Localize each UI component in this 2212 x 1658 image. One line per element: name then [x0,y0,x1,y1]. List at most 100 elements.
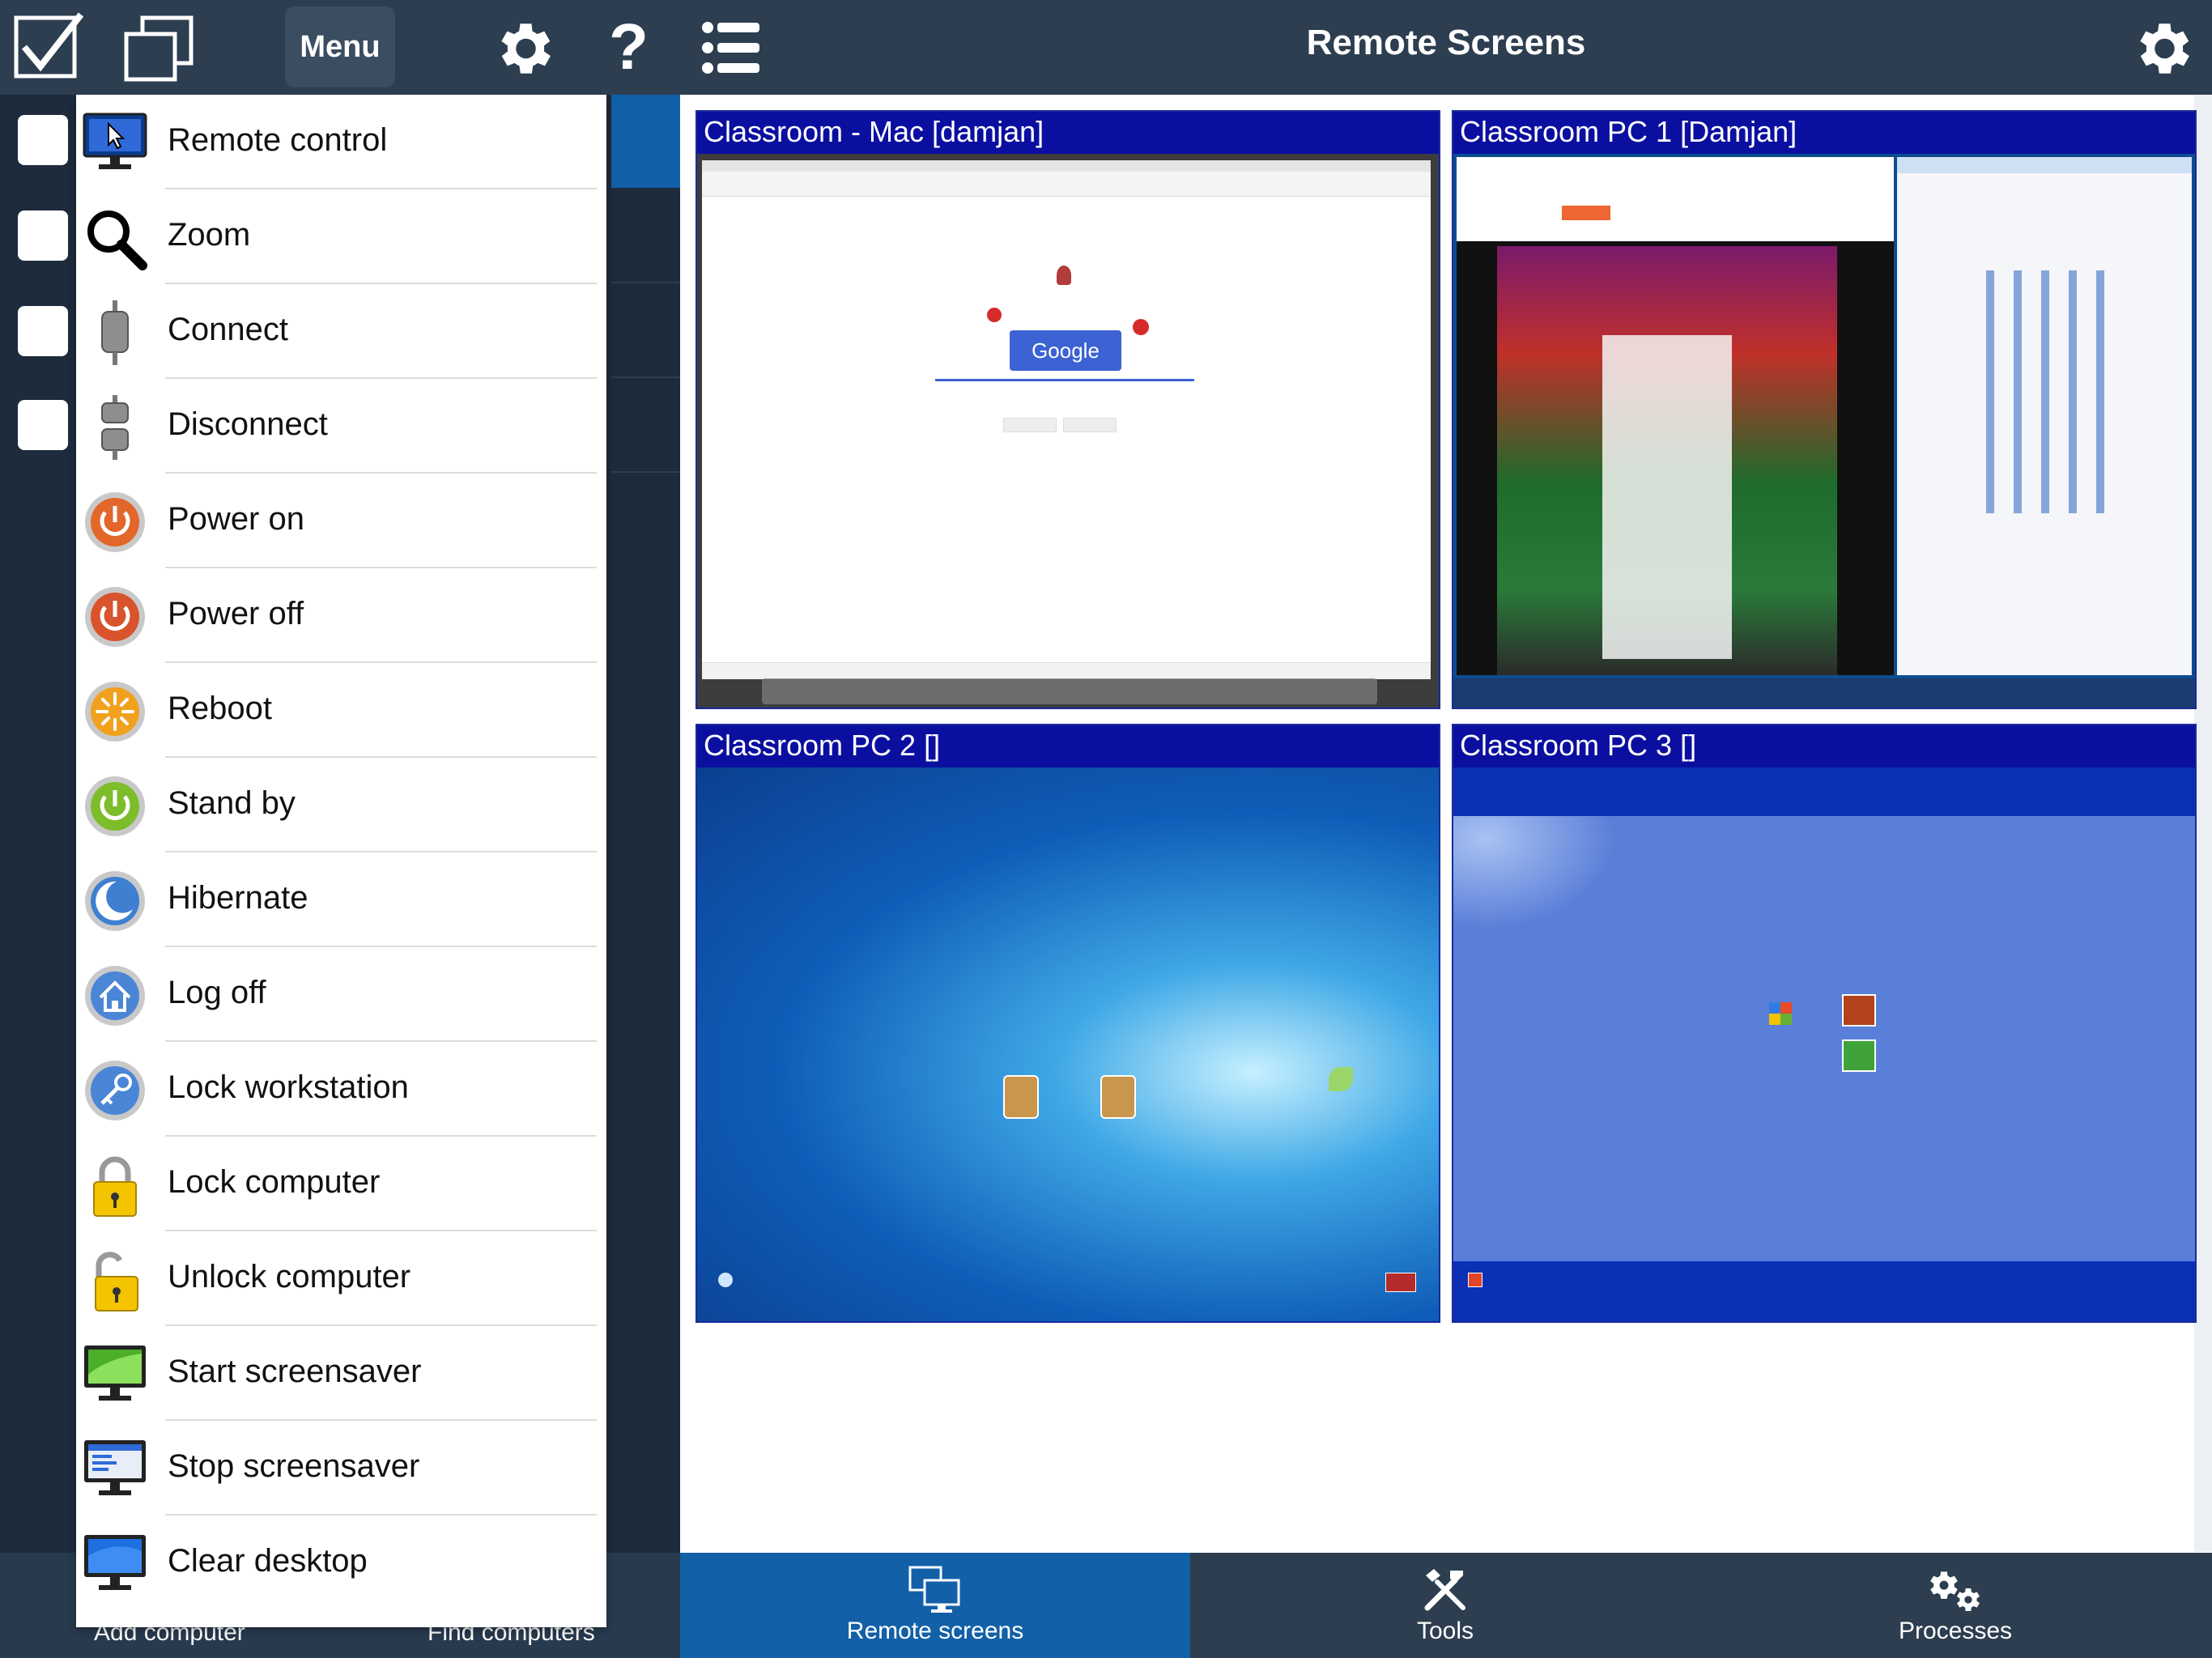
menu-item-label: Lock workstation [168,1069,409,1105]
menu-item-label: Stand by [168,785,296,821]
user-tile-icon [1100,1075,1136,1119]
menu-item-power-off[interactable]: Power off [76,568,606,663]
game-banner [1497,246,1837,675]
hibernate-icon [83,869,147,933]
screen-tile-pc1[interactable]: Classroom PC 1 [Damjan] [1452,110,2197,709]
google-doodle: Google [1010,330,1121,371]
connect-plug-icon [83,300,147,365]
stand-by-icon [83,774,147,839]
menu-item-clear-desktop[interactable]: Clear desktop [76,1516,606,1610]
menu-item-start-screensaver[interactable]: Start screensaver [76,1326,606,1421]
remote-control-icon [83,111,147,176]
menu-item-zoom[interactable]: Zoom [76,189,606,284]
tab-label: Tools [1416,1618,1474,1644]
lock-closed-icon [83,1153,147,1218]
help-icon[interactable]: ? [609,8,649,86]
menu-item-remote-control[interactable]: Remote control [76,95,606,189]
browser-footer [702,662,1431,679]
screen-tile-mac[interactable]: Classroom - Mac [damjan] Google [696,110,1440,709]
screen-thumbnail[interactable] [1453,767,2195,1321]
row-divider [611,282,680,283]
menu-item-disconnect[interactable]: Disconnect [76,379,606,474]
menu-item-label: Reboot [168,691,272,726]
game-grid [1602,335,1732,659]
computer-checkbox[interactable] [18,115,68,165]
menu-item-hibernate[interactable]: Hibernate [76,852,606,947]
browser-address-bar [702,172,1431,197]
power-on-icon [83,490,147,555]
lucky-button [1063,418,1117,432]
menu-item-log-off[interactable]: Log off [76,947,606,1042]
explorer-thumbnails [1986,270,2116,513]
menu-item-lock-computer[interactable]: Lock computer [76,1137,606,1231]
desktop-leaf [1329,1067,1353,1091]
screen-tile-pc3[interactable]: Classroom PC 3 [] [1452,724,2197,1323]
row-divider [611,471,680,473]
power-off-icon [83,585,147,649]
user-tile-icon [1003,1075,1039,1119]
windows-taskbar [1453,678,2195,708]
screen-settings-gear-icon[interactable] [2128,15,2196,87]
user-picture-icon [1842,994,1876,1027]
menu-item-lock-workstation[interactable]: Lock workstation [76,1042,606,1137]
multi-select-icon[interactable] [121,15,194,87]
menu-item-connect[interactable]: Connect [76,284,606,379]
tab-label: Processes [1898,1618,2013,1644]
windows-logo-icon [1769,1002,1792,1025]
user-picture-icon [1842,1039,1876,1072]
menu-item-label: Stop screensaver [168,1448,420,1484]
xp-login-footer [1453,1261,2195,1321]
start-screensaver-icon [83,1342,147,1407]
menu-item-unlock-computer[interactable]: Unlock computer [76,1231,606,1326]
menu-item-power-on[interactable]: Power on [76,474,606,568]
doodle-line [935,379,1194,381]
browser-menubar [702,160,1431,172]
scrollbar[interactable] [2194,95,2212,1552]
selected-computer-row[interactable] [611,95,680,188]
tab-remote-screens[interactable]: Remote screens [680,1553,1190,1658]
doodle-figure [1057,266,1071,285]
explorer-titlebar [1897,157,2192,173]
menu-item-stop-screensaver[interactable]: Stop screensaver [76,1421,606,1516]
search-button [1003,418,1057,432]
menu-item-label: Zoom [168,217,251,253]
mac-dock [762,678,1377,704]
clear-desktop-icon [83,1532,147,1596]
menu-item-label: Hibernate [168,880,308,916]
file-explorer-window [1897,157,2192,675]
row-divider [611,376,680,378]
computer-checkbox[interactable] [18,400,68,450]
settings-gear-icon[interactable] [489,15,557,87]
screen-tile-pc2[interactable]: Classroom PC 2 [] [696,724,1440,1323]
menu-item-stand-by[interactable]: Stand by [76,758,606,852]
doodle-ball [987,308,1002,322]
tab-label: Remote screens [846,1618,1024,1644]
menu-button[interactable]: Menu [285,6,395,87]
browser-header [1457,157,1894,241]
menu-item-label: Power off [168,596,304,631]
browser-window: Google [702,160,1431,679]
processes-gears-icon [1927,1564,1984,1622]
computer-checkbox[interactable] [18,306,68,356]
menu-item-reboot[interactable]: Reboot [76,663,606,758]
log-off-icon [83,963,147,1028]
action-menu: Remote control Zoom Connect Disconnect P… [76,95,606,1627]
browser-window [1457,157,1894,675]
stop-screensaver-icon [83,1437,147,1502]
screen-thumbnail[interactable] [1453,154,2195,708]
menu-item-label: Log off [168,975,266,1010]
tab-tools[interactable]: Tools [1190,1553,1700,1658]
menu-item-label: Remote control [168,122,388,158]
site-logo [1562,206,1610,220]
screen-thumbnail[interactable]: Google [697,154,1439,708]
tab-processes[interactable]: Processes [1700,1553,2210,1658]
menu-item-label: Connect [168,312,288,347]
lock-open-icon [83,1248,147,1312]
select-all-icon[interactable] [13,11,86,85]
main-toolbar: Remote Screens [680,0,2212,95]
computer-checkbox[interactable] [18,210,68,261]
remote-screens-icon [907,1564,963,1620]
lock-workstation-icon [83,1058,147,1123]
screen-thumbnail[interactable] [697,767,1439,1321]
menu-item-label: Disconnect [168,406,328,442]
